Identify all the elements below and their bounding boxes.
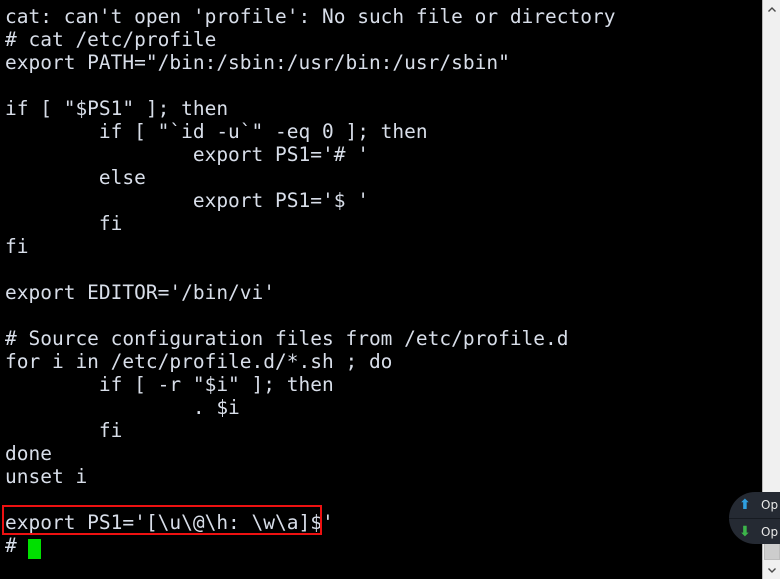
chevron-down-icon (767, 567, 776, 573)
overlay-scroll-up-row[interactable]: ⬆ Op (729, 492, 780, 518)
terminal-line: fi (5, 419, 123, 442)
terminal-line: export PS1='$ ' (5, 189, 369, 212)
terminal-line: if [ "$PS1" ]; then (5, 97, 229, 120)
arrow-down-icon: ⬇ (739, 524, 751, 540)
arrow-up-icon: ⬆ (739, 497, 751, 513)
scroll-overlay-widget[interactable]: ⬆ Op ⬇ Op (729, 492, 780, 544)
scroll-up-icon[interactable] (763, 0, 780, 18)
terminal-line: export EDITOR='/bin/vi' (5, 281, 276, 304)
terminal-line: unset i (5, 465, 88, 488)
terminal-line: if [ -r "$i" ]; then (5, 373, 334, 396)
terminal-line: fi (5, 235, 29, 258)
overlay-scroll-down-row[interactable]: ⬇ Op (729, 518, 780, 544)
terminal-line: cat: can't open 'profile': No such file … (5, 5, 616, 28)
terminal-line: done (5, 442, 52, 465)
overlay-up-label: Op (761, 498, 779, 512)
terminal-prompt-line: # (5, 534, 17, 557)
chevron-up-icon (767, 6, 776, 12)
terminal-line: else (5, 166, 146, 189)
terminal-line: . $i (5, 396, 240, 419)
terminal-line: # Source configuration files from /etc/p… (5, 327, 569, 350)
overlay-down-label: Op (761, 525, 779, 539)
text-cursor (28, 539, 41, 559)
terminal-line-highlighted: export PS1='[\u\@\h: \w\a]$' (5, 511, 334, 534)
terminal-line: export PATH="/bin:/sbin:/usr/bin:/usr/sb… (5, 51, 510, 74)
terminal-window: cat: can't open 'profile': No such file … (0, 0, 780, 579)
terminal-line: export PS1='# ' (5, 143, 369, 166)
terminal-line: for i in /etc/profile.d/*.sh ; do (5, 350, 393, 373)
terminal-line: if [ "`id -u`" -eq 0 ]; then (5, 120, 428, 143)
terminal-text-area[interactable]: cat: can't open 'profile': No such file … (0, 0, 762, 579)
terminal-line: fi (5, 212, 123, 235)
scroll-down-icon[interactable] (763, 561, 780, 579)
terminal-line: # cat /etc/profile (5, 28, 217, 51)
